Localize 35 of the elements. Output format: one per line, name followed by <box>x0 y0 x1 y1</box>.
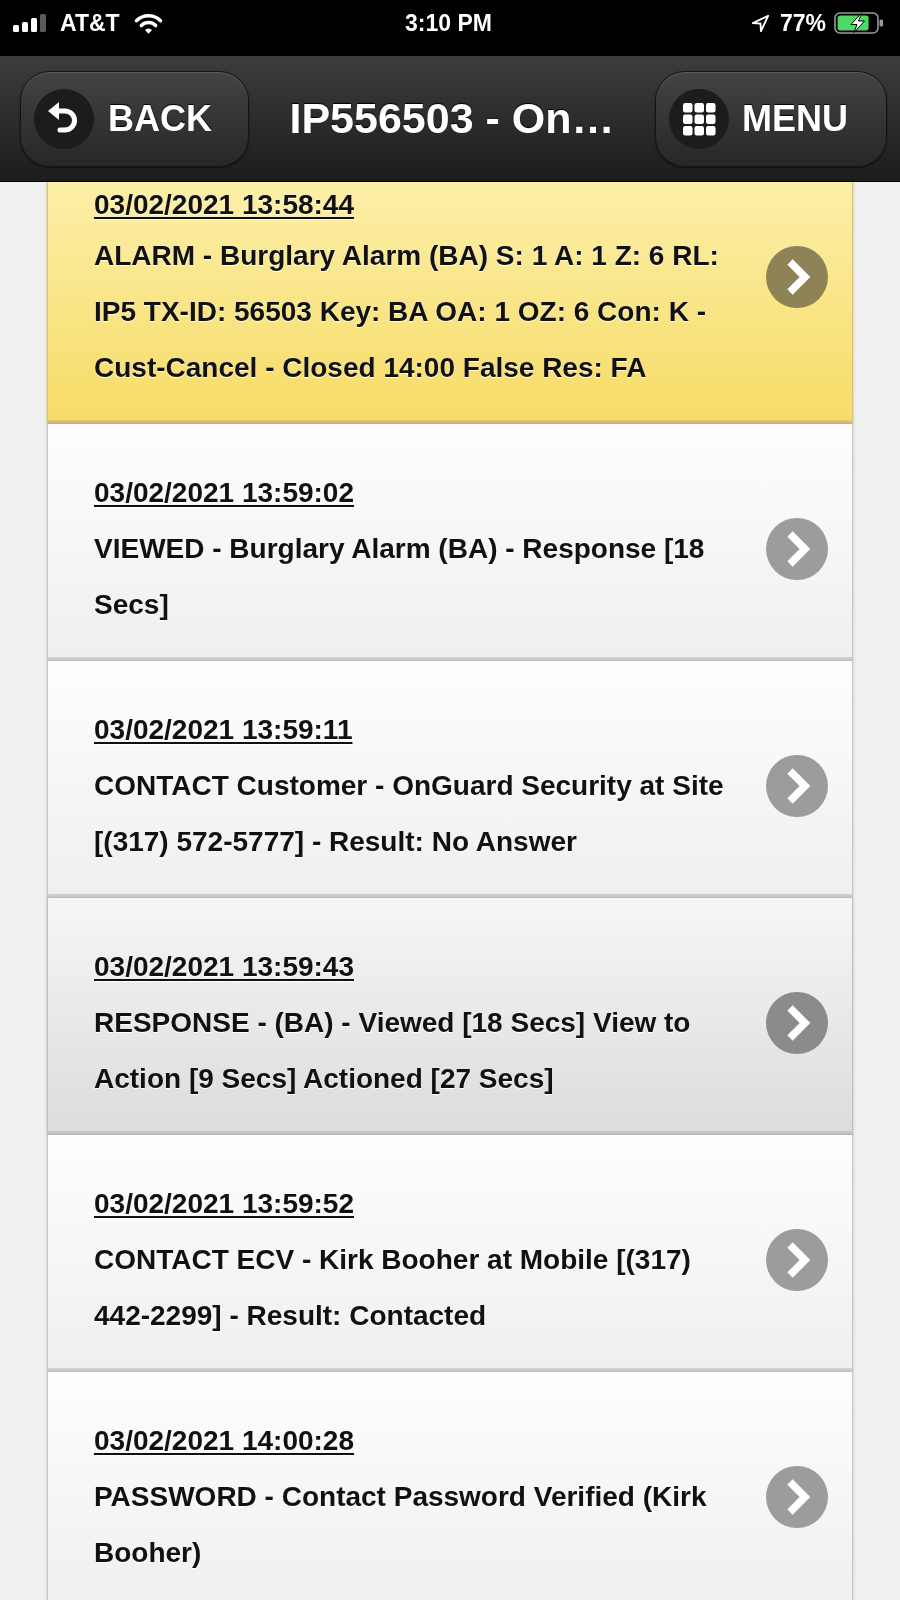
event-row[interactable]: 03/02/2021 13:59:11 CONTACT Customer - OnGuard Security at Site [(317) 572-5777] - Result: No Answer <box>47 661 853 898</box>
battery-charging-icon <box>834 12 884 34</box>
clock-time: 3:10 PM <box>405 9 492 37</box>
event-row[interactable]: 03/02/2021 13:59:52 CONTACT ECV - Kirk Booher at Mobile [(317) 442-2299] - Result: Contacted <box>47 1135 853 1372</box>
event-description: PASSWORD - Contact Password Verified (Kirk Booher) <box>94 1480 708 1570</box>
chevron-icon <box>766 755 828 817</box>
event-description: ALARM - Burglary Alarm (BA) S: 1 A: 1 Z: 6 RL: IP5 TX-ID: 56503 Key: BA OA: 1 OZ: 6 Con: K - Cust-Cancel - Closed 14:00 False Res: FA <box>94 239 720 385</box>
page-title: IP556503 - On… <box>289 94 615 143</box>
grid-icon <box>669 88 729 149</box>
chevron-icon <box>766 1466 828 1528</box>
chevron-icon <box>766 246 828 308</box>
event-timestamp: 03/02/2021 14:00:28 <box>94 1424 354 1458</box>
location-arrow-icon <box>750 13 770 33</box>
carrier-name: AT&T <box>60 9 120 37</box>
event-description: RESPONSE - (BA) - Viewed [18 Secs] View to Action [9 Secs] Actioned [27 Secs] <box>94 1006 692 1096</box>
battery-percentage: 77% <box>779 9 826 37</box>
event-timestamp: 03/02/2021 13:59:02 <box>94 476 354 510</box>
event-timestamp: 03/02/2021 13:59:43 <box>94 950 354 984</box>
back-button[interactable]: BACK <box>20 70 249 167</box>
event-row[interactable]: 03/02/2021 13:59:02 VIEWED - Burglary Alarm (BA) - Response [18 Secs] <box>47 424 853 661</box>
event-timestamp: 03/02/2021 13:59:11 <box>94 713 353 747</box>
event-row[interactable]: 03/02/2021 13:59:43 RESPONSE - (BA) - Viewed [18 Secs] View to Action [9 Secs] Actioned [27 Secs] <box>47 898 853 1135</box>
signal-icon <box>13 14 47 32</box>
event-description: CONTACT ECV - Kirk Booher at Mobile [(317) 442-2299] - Result: Contacted <box>94 1243 692 1333</box>
chevron-icon <box>766 518 828 580</box>
event-timestamp: 03/02/2021 13:59:52 <box>94 1187 354 1221</box>
menu-button[interactable]: MENU <box>655 70 887 167</box>
event-row[interactable]: 03/02/2021 14:00:28 PASSWORD - Contact Password Verified (Kirk Booher) <box>47 1372 853 1600</box>
wifi-icon <box>132 11 164 35</box>
chevron-icon <box>766 992 828 1054</box>
event-description: VIEWED - Burglary Alarm (BA) - Response [18 Secs] <box>94 532 706 622</box>
event-row[interactable]: 03/02/2021 13:58:44 ALARM - Burglary Alarm (BA) S: 1 A: 1 Z: 6 RL: IP5 TX-ID: 56503 Key: BA OA: 1 OZ: 6 Con: K - Cust-Cancel - Closed 14:00 False Res: FA <box>47 182 853 424</box>
event-description: CONTACT Customer - OnGuard Security at Site [(317) 572-5777] - Result: No Answer <box>94 769 725 859</box>
chevron-icon <box>766 1229 828 1291</box>
event-timestamp: 03/02/2021 13:58:44 <box>94 188 354 222</box>
